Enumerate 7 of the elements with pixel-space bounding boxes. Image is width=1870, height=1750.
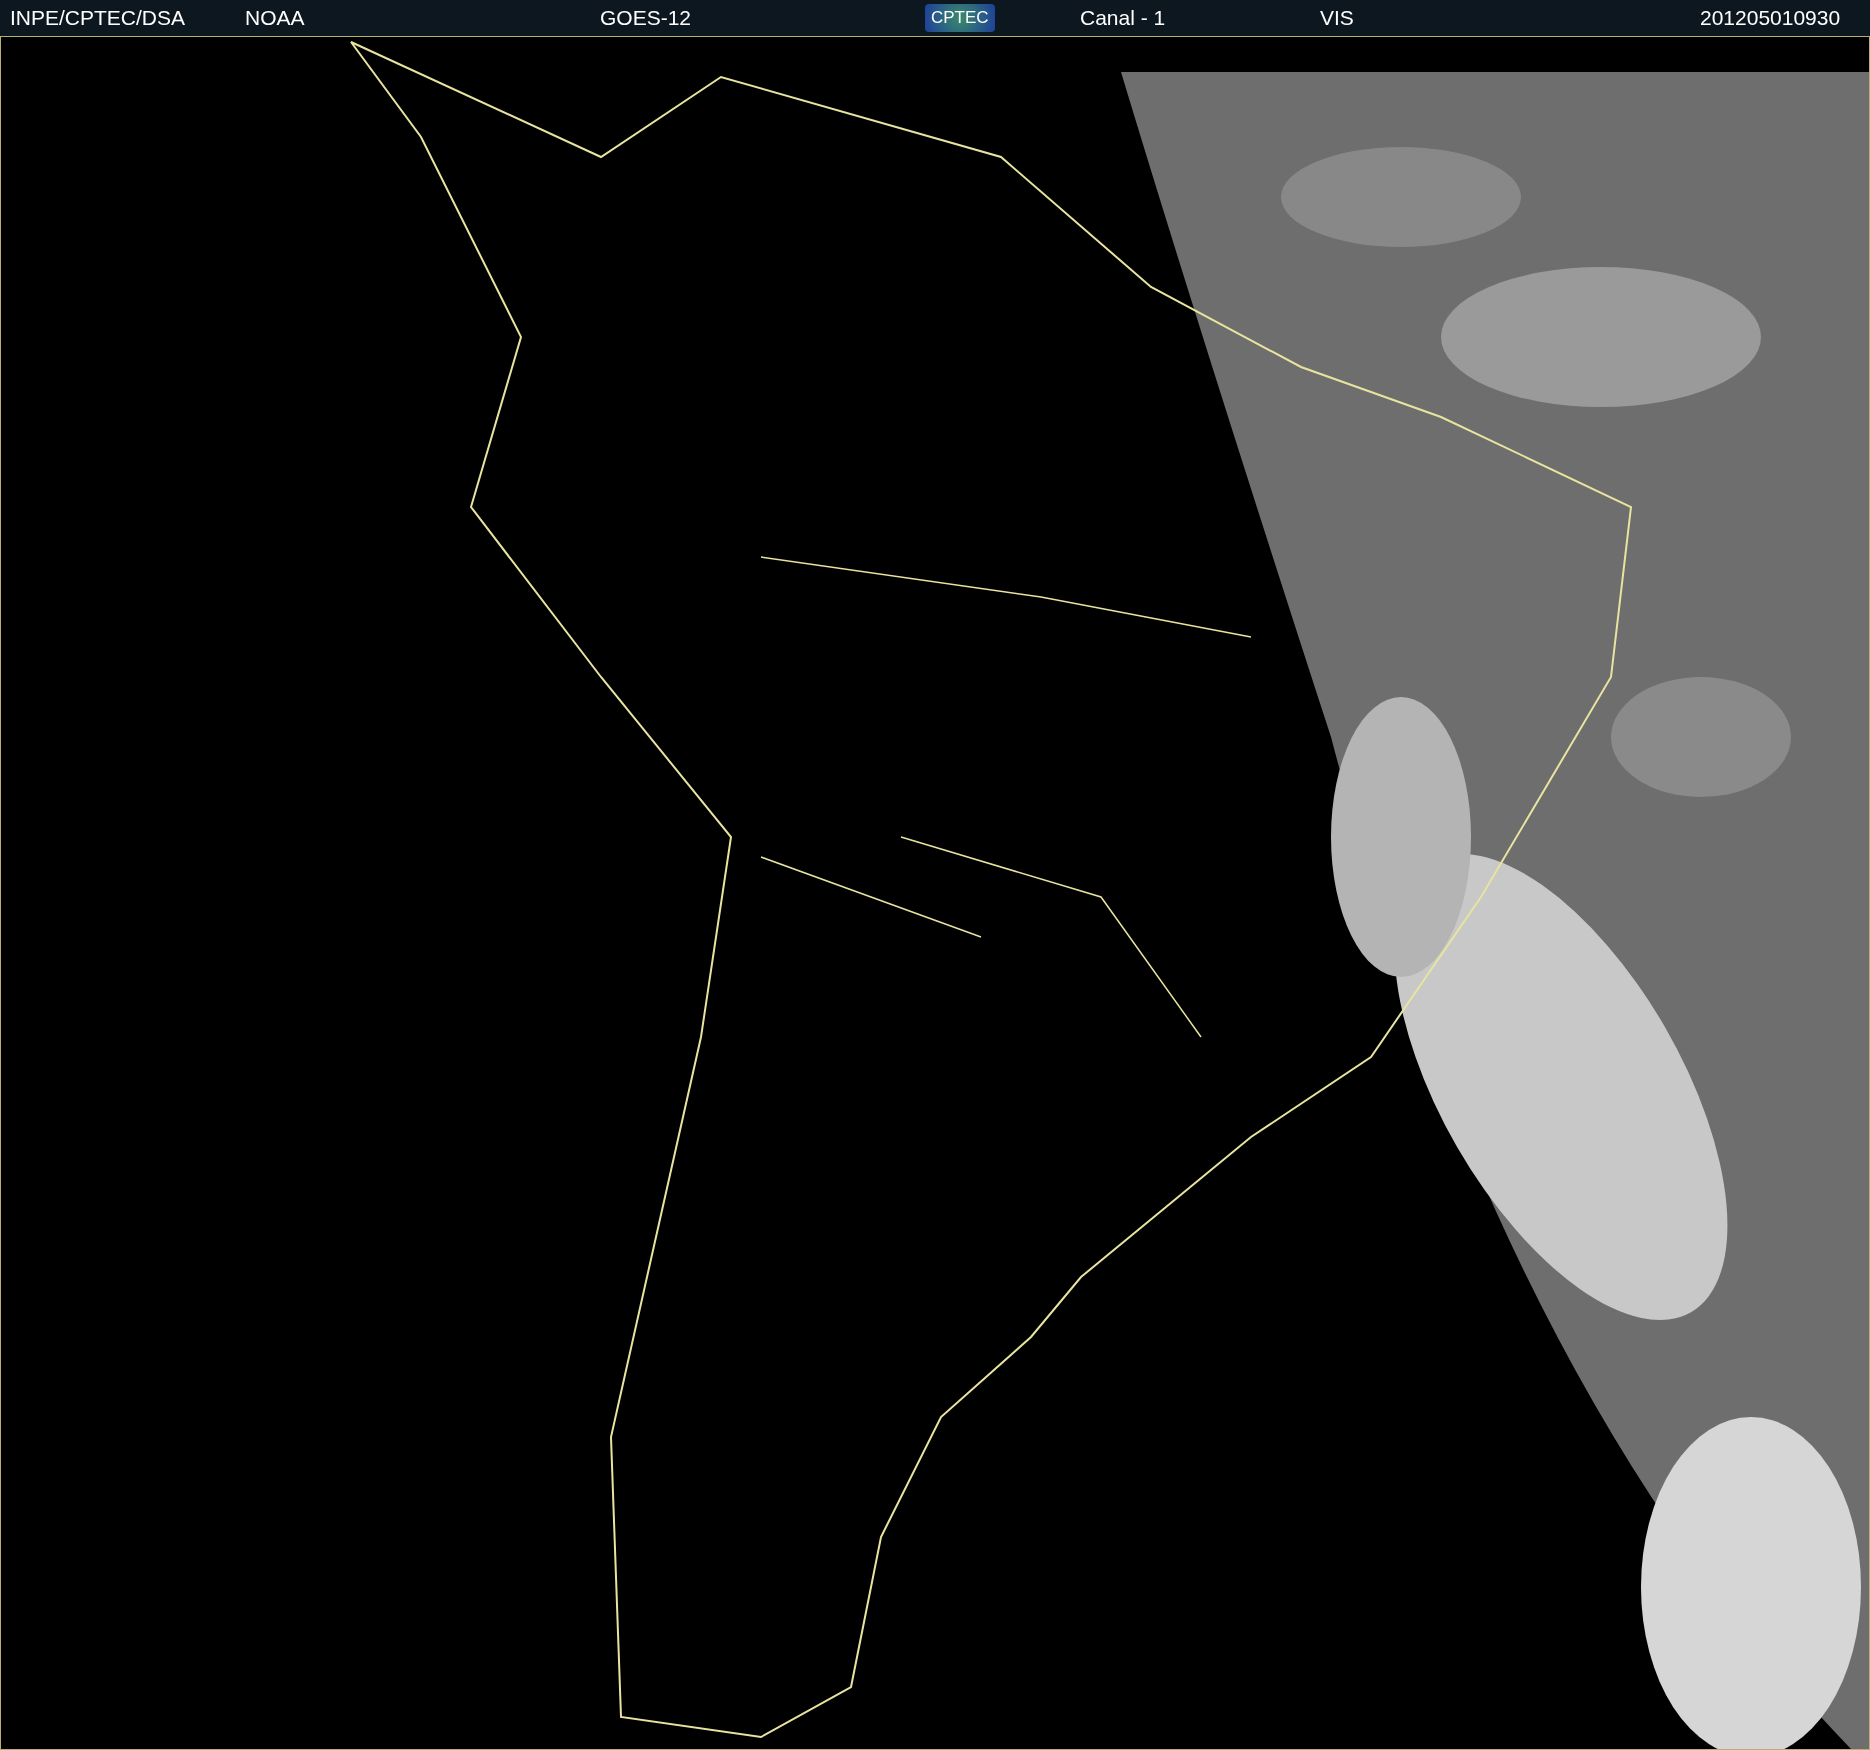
header-label: GOES-12 — [600, 6, 692, 29]
header-label: Canal - 1 — [1080, 6, 1166, 29]
header-label: VIS — [1320, 6, 1354, 29]
header-label: INPE/CPTEC/DSA — [10, 6, 186, 29]
header-label: NOAA — [245, 6, 305, 29]
logo: CPTEC — [925, 4, 995, 32]
header-label: 201205010930 — [1700, 6, 1841, 29]
